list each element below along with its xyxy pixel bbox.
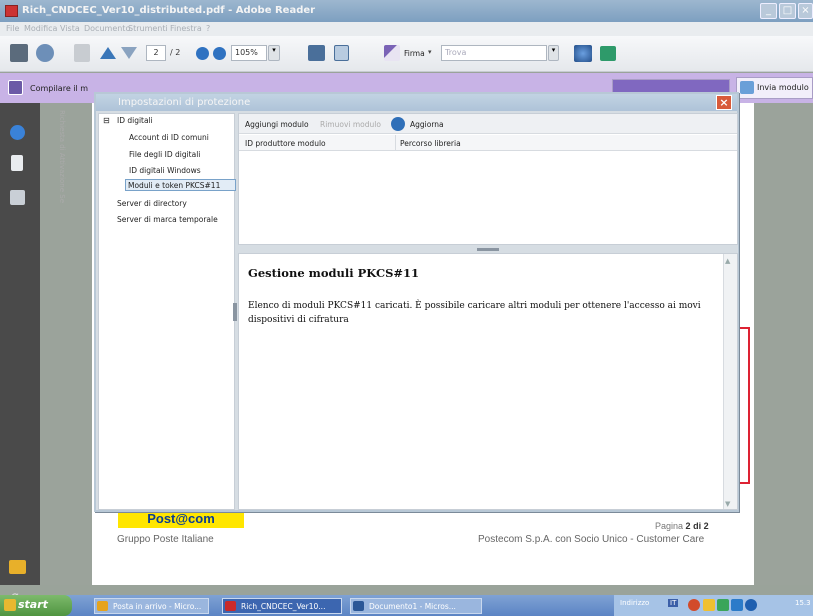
- language-indicator[interactable]: IT: [668, 599, 679, 607]
- task-posta[interactable]: Posta in arrivo - Micro...: [94, 598, 209, 614]
- tree-item-id-digitali[interactable]: ID digitali: [117, 116, 153, 125]
- postecom-logo: Post@com: [118, 511, 244, 528]
- firma-button[interactable]: Firma: [404, 49, 425, 58]
- pagina-prefix: Pagina: [655, 521, 684, 531]
- menu-strumenti[interactable]: Strumenti: [128, 24, 168, 33]
- extension-icon[interactable]: [600, 46, 616, 61]
- signatures-icon[interactable]: [10, 190, 25, 205]
- description-pane: [238, 253, 738, 510]
- dialog-close-button[interactable]: ×: [716, 95, 732, 110]
- outlook-icon: [97, 601, 108, 611]
- zoom-dropdown-icon[interactable]: ▾: [268, 45, 280, 61]
- maximize-button[interactable]: □: [779, 3, 796, 19]
- description-scrollbar[interactable]: [723, 254, 737, 509]
- window-title: Rich_CNDCEC_Ver10_distributed.pdf - Adob…: [22, 5, 316, 16]
- page-vertical-text: Richiesta di Attivazione Se: [58, 110, 66, 204]
- print-icon[interactable]: [10, 44, 28, 62]
- word-icon: [353, 601, 364, 611]
- description-title: Gestione moduli PKCS#11: [248, 266, 420, 280]
- tree-splitter-grip[interactable]: [233, 303, 237, 321]
- splitter-grip[interactable]: [477, 248, 499, 251]
- tray-icon-2[interactable]: [703, 599, 715, 611]
- sign-pen-icon[interactable]: [384, 45, 400, 61]
- tree-item-server-directory[interactable]: Server di directory: [117, 199, 187, 208]
- invia-modulo-label: Invia modulo: [757, 83, 809, 92]
- task-documento1[interactable]: Documento1 - Micros...: [350, 598, 482, 614]
- tree-item-server-marca[interactable]: Server di marca temporale: [117, 215, 218, 224]
- network-icon[interactable]: [731, 599, 743, 611]
- security-tray-icon[interactable]: [745, 599, 757, 611]
- start-label: start: [18, 598, 48, 611]
- menu-documento[interactable]: Documento: [84, 24, 130, 33]
- close-window-button[interactable]: ×: [798, 3, 813, 19]
- adobe-online-icon[interactable]: [574, 45, 592, 62]
- column-header-id-produttore[interactable]: ID produttore modulo: [245, 139, 326, 148]
- tree-item-account-id-comuni[interactable]: Account di ID comuni: [129, 133, 209, 142]
- layers-icon[interactable]: [9, 560, 26, 574]
- scroll-up-icon[interactable]: ▲: [725, 257, 730, 265]
- column-divider[interactable]: [395, 135, 396, 151]
- menu-help[interactable]: ?: [206, 24, 210, 33]
- modules-toolbar: [239, 114, 737, 134]
- navigation-pane: [0, 103, 40, 585]
- menu-file[interactable]: File: [6, 24, 19, 33]
- refresh-button[interactable]: Aggiorna: [410, 120, 444, 129]
- reader-task-icon: [225, 601, 236, 611]
- tree-item-id-windows[interactable]: ID digitali Windows: [129, 166, 201, 175]
- email-icon[interactable]: [36, 44, 54, 62]
- next-page-icon[interactable]: [121, 47, 137, 59]
- envelope-icon: [740, 81, 754, 94]
- clock: 15.3: [795, 599, 811, 607]
- windows-logo-icon: [4, 599, 16, 611]
- menu-finestra[interactable]: Finestra: [170, 24, 202, 33]
- tree-item-file-id-digitali[interactable]: File degli ID digitali: [129, 150, 200, 159]
- page-total: / 2: [170, 48, 181, 57]
- adobe-reader-icon: [5, 5, 18, 17]
- scroll-down-icon[interactable]: ▼: [725, 500, 730, 508]
- remove-module-button[interactable]: Rimuovi modulo: [320, 120, 381, 129]
- form-icon: [8, 80, 23, 95]
- tray-icon-3[interactable]: [717, 599, 729, 611]
- tray-icon-1[interactable]: [688, 599, 700, 611]
- menu-modifica[interactable]: Modifica: [24, 24, 57, 33]
- collaborate-icon[interactable]: [74, 44, 90, 62]
- page-footer-number: Pagina 2 di 2: [655, 521, 709, 531]
- pages-icon[interactable]: [11, 155, 23, 171]
- minimize-button[interactable]: _: [760, 3, 777, 19]
- add-module-button[interactable]: Aggiungi modulo: [245, 120, 309, 129]
- tree-item-pkcs11[interactable]: Moduli e token PKCS#11: [128, 181, 220, 190]
- column-header-percorso[interactable]: Percorso libreria: [400, 139, 461, 148]
- gruppo-label: Gruppo Poste Italiane: [117, 534, 214, 545]
- zoom-out-icon[interactable]: [196, 47, 209, 60]
- tree-collapse-icon[interactable]: ⊟: [103, 116, 110, 125]
- page-number-input[interactable]: 2: [146, 45, 166, 61]
- dialog-title: Impostazioni di protezione: [118, 97, 251, 108]
- search-input[interactable]: Trova: [441, 45, 547, 61]
- fit-width-icon[interactable]: [334, 45, 349, 61]
- pagina-di: di: [693, 521, 702, 531]
- info-icon[interactable]: [10, 125, 25, 140]
- address-label: Indirizzo: [620, 599, 650, 607]
- pagina-num: 2: [685, 521, 691, 531]
- zoom-in-icon[interactable]: [213, 47, 226, 60]
- search-dropdown-icon[interactable]: ▾: [548, 45, 559, 61]
- description-text: Elenco di moduli PKCS#11 caricati. È pos…: [248, 301, 701, 325]
- zoom-input[interactable]: 105%: [231, 45, 267, 61]
- task-rich-pdf[interactable]: Rich_CNDCEC_Ver10...: [222, 598, 342, 614]
- pagina-total: 2: [703, 521, 709, 531]
- previous-page-icon[interactable]: [100, 47, 116, 59]
- menu-vista[interactable]: Vista: [60, 24, 80, 33]
- compilare-label: Compilare il m: [30, 84, 89, 93]
- company-footer: Postecom S.p.A. con Socio Unico - Custom…: [478, 534, 705, 545]
- fit-page-icon[interactable]: [308, 45, 325, 61]
- refresh-icon[interactable]: [391, 117, 405, 131]
- firma-dropdown-icon[interactable]: ▾: [428, 48, 432, 56]
